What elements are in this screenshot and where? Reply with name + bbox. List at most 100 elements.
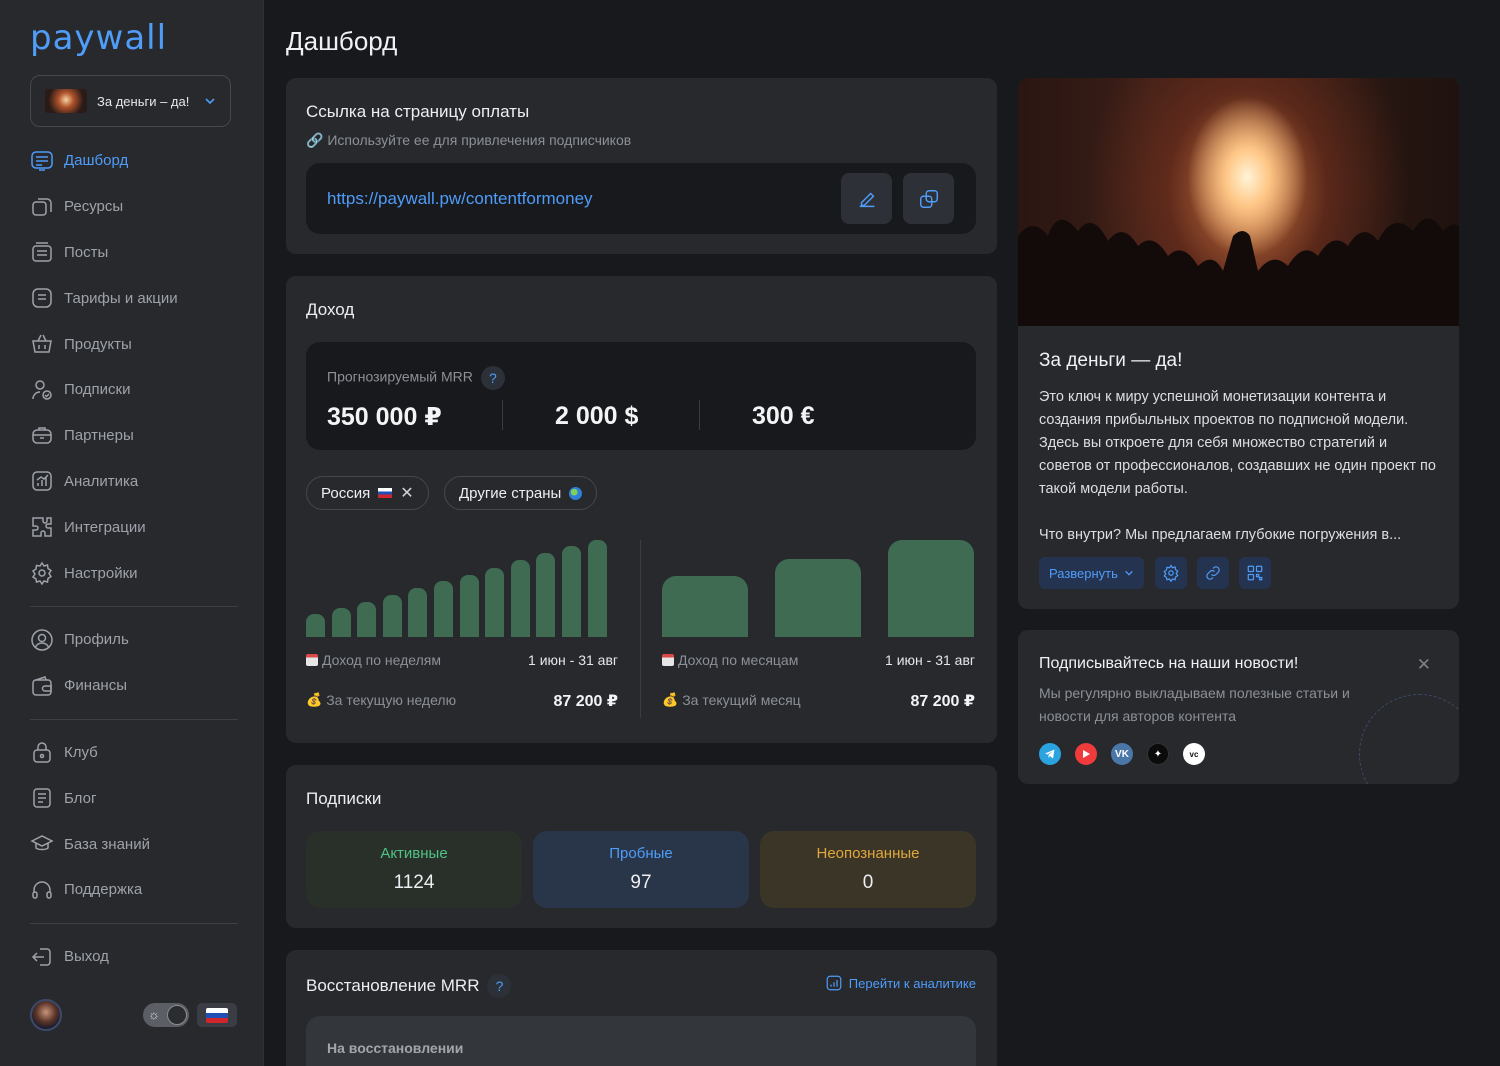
project-qr-button[interactable] [1239,557,1271,589]
chip-other-countries[interactable]: Другие страны [444,476,598,510]
chart-bar[interactable] [587,540,607,637]
money-bag-icon: 💰 [662,692,679,707]
project-cover-image [1018,78,1459,326]
chart-bar[interactable] [331,608,351,637]
sidebar-item-products[interactable]: Продукты [30,321,238,367]
chevron-down-icon [1125,570,1133,576]
project-select[interactable]: За деньги – да! [30,75,231,127]
stat-active[interactable]: Активные 1124 [306,831,522,908]
project-card: За деньги — да! Это ключ к миру успешной… [1018,78,1459,609]
project-description: Это ключ к миру успешной монетизации кон… [1039,386,1439,547]
chart-bar[interactable] [382,595,402,637]
sidebar-item-partners[interactable]: Партнеры [30,413,238,459]
chip-russia[interactable]: Россия ✕ [306,476,429,510]
stat-trial[interactable]: Пробные 97 [533,831,749,908]
chart-bar[interactable] [536,553,556,637]
chart-bar[interactable] [485,568,505,637]
project-select-label: За деньги – да! [97,93,190,109]
telegram-glyph [1045,749,1055,759]
app-logo[interactable]: paywall [30,18,167,58]
sidebar-item-finance[interactable]: Финансы [30,663,238,709]
sidebar-item-tariffs[interactable]: Тарифы и акции [30,275,238,321]
close-icon[interactable]: ✕ [1417,655,1431,675]
go-to-analytics-link[interactable]: Перейти к аналитике [825,974,976,992]
toggle-knob [167,1005,187,1025]
sidebar-item-integrations[interactable]: Интеграции [30,504,238,550]
handshake-icon [32,426,52,444]
sidebar-item-analytics[interactable]: Аналитика [30,459,238,505]
telegram-icon[interactable] [1039,743,1061,765]
vk-icon[interactable]: VK [1111,743,1133,765]
vc-icon[interactable]: vc [1183,743,1205,765]
sidebar-item-subscriptions[interactable]: Подписки [30,367,238,413]
payment-link-card: Ссылка на страницу оплаты 🔗 Используйте … [286,78,997,254]
stat-value: 0 [862,872,874,893]
sidebar: paywall За деньги – да! Дашборд Ресурсы … [0,0,264,1066]
chart-bar[interactable] [662,576,748,637]
payment-link-hint-text: Используйте ее для привлечения подписчик… [327,132,632,148]
sidebar-item-label: Блог [64,789,97,807]
russia-flag-icon [206,1007,228,1023]
chart-bar[interactable] [510,560,530,637]
expand-button[interactable]: Развернуть [1039,557,1144,589]
close-icon[interactable]: ✕ [400,483,413,503]
analytics-icon [826,975,842,991]
sidebar-item-dashboard[interactable]: Дашборд [30,138,238,184]
project-thumbnail [45,89,87,113]
sidebar-item-posts[interactable]: Посты [30,230,238,276]
sidebar-item-settings[interactable]: Настройки [30,550,238,596]
help-icon[interactable]: ? [480,366,505,390]
newsletter-title: Подписывайтесь на наши новости! [1039,655,1299,672]
payment-link-url[interactable]: https://paywall.pw/contentformoney [327,189,593,209]
sidebar-item-logout[interactable]: Выход [30,934,238,980]
project-settings-button[interactable] [1155,557,1187,589]
sidebar-item-profile[interactable]: Профиль [30,617,238,663]
weekly-caption: Доход по неделям [306,652,441,668]
sidebar-item-resources[interactable]: Ресурсы [30,184,238,230]
copy-icon [919,189,938,208]
theme-toggle[interactable]: ☼ [143,1003,189,1027]
mrr-label-text: Прогнозируемый MRR [327,368,473,385]
puzzle-icon [32,517,52,538]
money-bag-icon: 💰 [306,692,323,707]
youtube-icon[interactable] [1075,743,1097,765]
dzen-icon[interactable]: ✦ [1147,743,1169,765]
chart-bar[interactable] [408,588,428,637]
weekly-income-chart [306,540,620,637]
edit-link-button[interactable] [841,173,892,224]
avatar[interactable] [30,999,62,1031]
stat-value: 97 [630,872,652,893]
project-link-button[interactable] [1197,557,1229,589]
chart-bar[interactable] [357,602,377,637]
payment-link-title: Ссылка на страницу оплаты [306,102,530,121]
sidebar-item-label: Настройки [64,564,138,582]
sidebar-item-knowledge[interactable]: База знаний [30,821,238,867]
sidebar-item-blog[interactable]: Блог [30,775,238,821]
chart-bar[interactable] [562,546,581,637]
chart-bar[interactable] [434,581,453,637]
income-card: Доход Прогнозируемый MRR? 350 000 ₽ 2 00… [286,276,997,743]
chart-bar[interactable] [888,540,974,637]
stat-value: 1124 [393,872,435,893]
calendar-icon [662,654,674,666]
stat-unrecognized[interactable]: Неопознанные 0 [760,831,976,908]
mrr-box: Прогнозируемый MRR? 350 000 ₽ 2 000 $ 30… [306,342,976,450]
help-icon[interactable]: ? [487,974,512,998]
chart-bar[interactable] [306,614,325,637]
chart-separator [640,540,641,718]
sidebar-item-label: Посты [64,243,109,261]
copy-link-button[interactable] [903,173,954,224]
sidebar-item-club[interactable]: Клуб [30,730,238,776]
project-description-p1: Это ключ к миру успешной монетизации кон… [1039,389,1436,497]
crowd-silhouette [1018,218,1459,326]
monthly-caption-text: Доход по месяцам [678,652,799,668]
sidebar-item-label: Дашборд [64,152,129,170]
mrr-label: Прогнозируемый MRR? [327,366,505,390]
sidebar-item-support[interactable]: Поддержка [30,867,238,913]
mrr-value-rub: 350 000 ₽ [327,403,442,431]
language-switch[interactable] [197,1003,237,1027]
chart-bar[interactable] [775,559,861,637]
chart-bar[interactable] [459,575,479,637]
sun-icon: ☼ [148,1007,160,1022]
monthly-caption: Доход по месяцам [662,652,798,668]
